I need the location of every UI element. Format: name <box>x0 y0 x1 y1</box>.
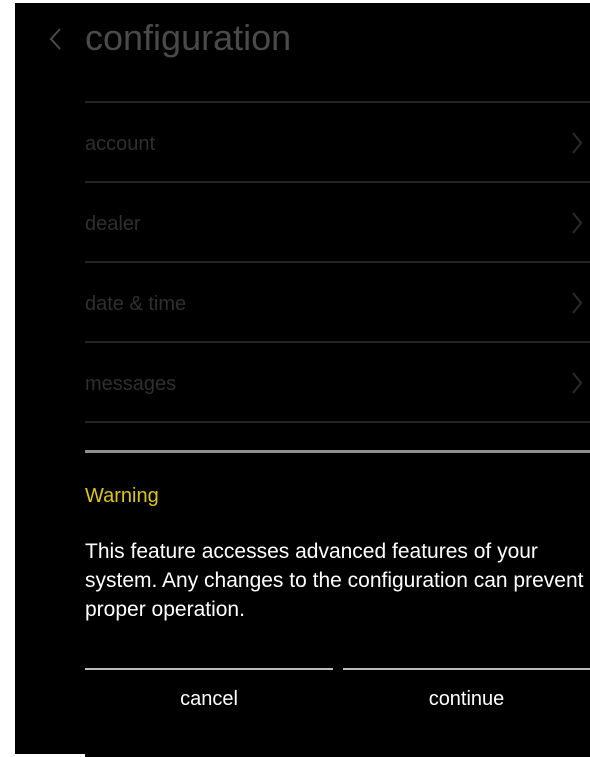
warning-message: This feature accesses advanced features … <box>85 540 584 621</box>
chevron-right-icon <box>572 132 583 154</box>
chevron-right-icon <box>572 212 583 234</box>
menu-item-label: account <box>85 133 156 155</box>
configuration-menu: account dealer date & time messages <box>85 101 590 421</box>
menu-item-date-time[interactable]: date & time <box>85 261 590 341</box>
menu-item-dealer[interactable]: dealer <box>85 181 590 261</box>
back-button[interactable] <box>45 25 67 53</box>
menu-item-label: dealer <box>85 213 141 235</box>
menu-item-account[interactable]: account <box>85 101 590 181</box>
cancel-button[interactable]: cancel <box>85 668 333 726</box>
menu-divider <box>85 421 590 423</box>
warning-title: Warning <box>85 485 159 507</box>
chevron-left-icon <box>49 28 61 50</box>
chevron-right-icon <box>572 292 583 314</box>
page-title: configuration <box>85 17 292 58</box>
menu-item-label: messages <box>85 373 177 395</box>
menu-item-label: date & time <box>85 293 187 315</box>
menu-item-messages[interactable]: messages <box>85 341 590 421</box>
device-screen: configuration account dealer date & time… <box>15 3 590 757</box>
chevron-right-icon <box>572 372 583 394</box>
warning-dialog: Warning This feature accesses advanced f… <box>85 450 590 757</box>
continue-button[interactable]: continue <box>343 668 590 726</box>
